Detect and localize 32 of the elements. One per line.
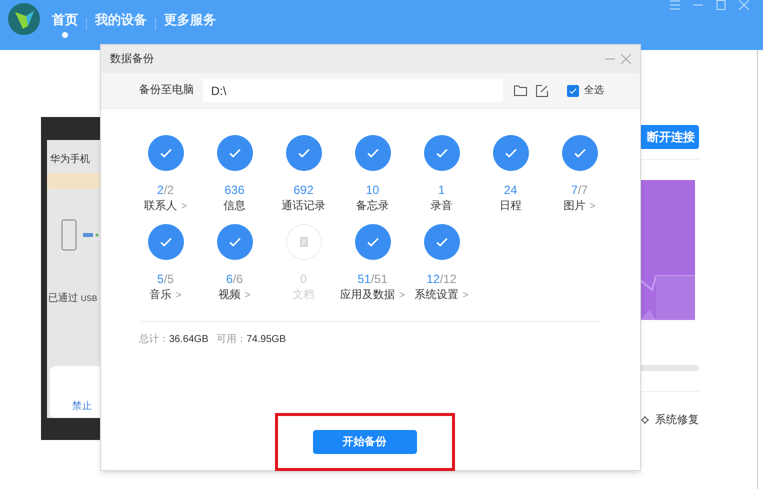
phone-app-title: 华为手机 — [50, 152, 91, 166]
item-label[interactable]: 信息 — [224, 198, 246, 214]
item-label[interactable]: 视频 — [218, 287, 241, 303]
item-count: 6/6 — [226, 271, 243, 287]
path-label: 备份至电脑 — [139, 82, 194, 98]
item-label[interactable]: 联系人 — [144, 198, 178, 214]
repair-label[interactable]: 系统修复 — [655, 412, 699, 428]
item-label[interactable]: 应用及数据 — [340, 287, 396, 303]
item-count: 692 — [293, 182, 314, 198]
item-count: 1 — [438, 182, 445, 198]
item-count: 2/2 — [157, 182, 174, 198]
item-count: 5/5 — [157, 271, 174, 287]
item-count: 51/51 — [357, 271, 388, 287]
item-label[interactable]: 音乐 — [150, 287, 172, 303]
item-label[interactable]: 图片 — [564, 198, 586, 214]
item-label[interactable]: 录音 — [430, 198, 452, 214]
start-backup-button[interactable]: 开始备份 — [312, 430, 416, 454]
item-count: 12/12 — [426, 271, 457, 287]
item-label[interactable]: 通话记录 — [282, 198, 326, 214]
item-label[interactable]: 系统设置 — [414, 287, 459, 303]
item-count: 24 — [504, 182, 518, 198]
item-count: 10 — [366, 182, 380, 198]
path-field[interactable]: D:\ — [203, 79, 503, 102]
deny-link[interactable]: 禁止 — [72, 398, 92, 414]
dialog-title: 数据备份 — [110, 52, 154, 67]
item-label[interactable]: 日程 — [500, 198, 522, 214]
storage-info: 总计：36.64GB 可用：74.95GB — [139, 332, 287, 347]
item-count: 7/7 — [571, 182, 588, 198]
item-label[interactable]: 备忘录 — [356, 198, 389, 214]
select-all-label[interactable]: 全选 — [584, 83, 604, 98]
item-count: 636 — [224, 182, 245, 198]
connection-status: 已通过 USB — [48, 292, 98, 306]
